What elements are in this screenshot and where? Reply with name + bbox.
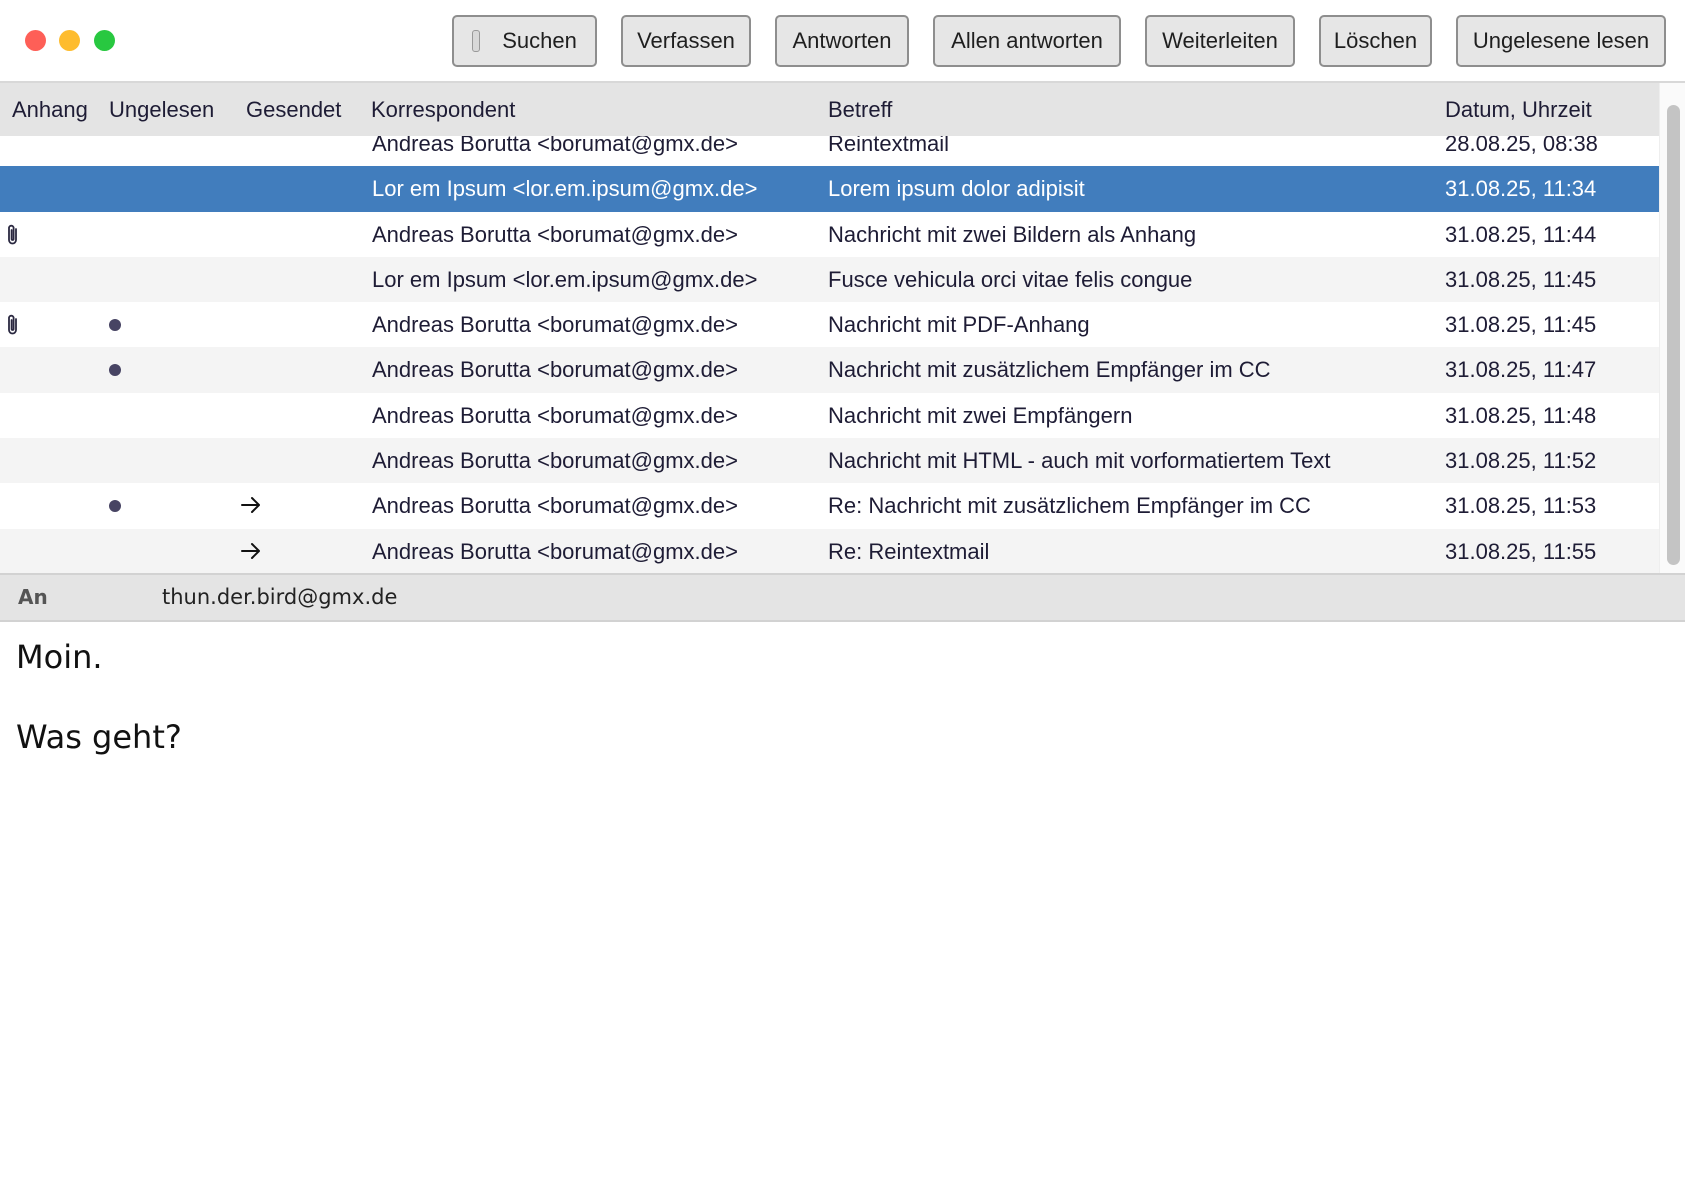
correspondent-cell: Andreas Borutta <borumat@gmx.de> <box>372 357 738 383</box>
date-cell: 31.08.25, 11:52 <box>1445 448 1597 474</box>
correspondent-cell: Andreas Borutta <borumat@gmx.de> <box>372 538 738 564</box>
date-cell: 28.08.25, 08:38 <box>1445 136 1598 156</box>
column-header-attachment[interactable]: Anhang <box>12 83 88 136</box>
subject-cell: Fusce vehicula orci vitae felis congue <box>828 266 1193 292</box>
unread-dot-icon[interactable] <box>109 364 121 377</box>
date-cell: 31.08.25, 11:53 <box>1445 493 1597 519</box>
correspondent-cell: Andreas Borutta <borumat@gmx.de> <box>372 448 738 474</box>
recipient-bar: An thun.der.bird@gmx.de <box>0 573 1685 622</box>
message-list-scrollbar[interactable] <box>1659 83 1685 573</box>
title-bar: Suchen Verfassen Antworten Allen antwort… <box>0 0 1685 83</box>
column-header-correspondent[interactable]: Korrespondent <box>371 83 515 136</box>
message-row[interactable]: Lor em Ipsum <lor.em.ipsum@gmx.de> Fusce … <box>0 256 1659 303</box>
reply-all-button[interactable]: Allen antworten <box>933 15 1121 67</box>
subject-cell: Nachricht mit zwei Bildern als Anhang <box>828 221 1197 247</box>
subject-cell: Nachricht mit HTML - auch mit vorformati… <box>828 448 1331 474</box>
message-body: Moin. Was geht? <box>16 636 182 796</box>
date-cell: 31.08.25, 11:48 <box>1445 402 1597 428</box>
message-row[interactable]: Andreas Borutta <borumat@gmx.de> Nachrich… <box>0 302 1659 347</box>
unread-dot-icon[interactable] <box>109 319 121 332</box>
correspondent-cell: Lor em Ipsum <lor.em.ipsum@gmx.de> <box>372 266 758 292</box>
column-header-date[interactable]: Datum, Uhrzeit <box>1445 83 1592 136</box>
message-row[interactable]: Andreas Borutta <borumat@gmx.de> Re: Rein… <box>0 528 1659 573</box>
message-row[interactable]: Lor em Ipsum <lor.em.ipsum@gmx.de> Lorem … <box>0 166 1659 212</box>
search-button[interactable]: Suchen <box>452 15 597 67</box>
sent-arrow-icon <box>240 541 262 567</box>
subject-cell: Nachricht mit zusätzlichem Empfänger im … <box>828 357 1271 383</box>
paperclip-icon <box>5 223 21 253</box>
column-header-unread[interactable]: Ungelesen <box>109 83 214 136</box>
subject-cell: Re: Nachricht mit zusätzlichem Empfänger… <box>828 493 1311 519</box>
unread-dot-icon[interactable] <box>109 500 121 513</box>
correspondent-cell: Andreas Borutta <borumat@gmx.de> <box>372 493 738 519</box>
date-cell: 31.08.25, 11:34 <box>1445 176 1597 202</box>
body-line: Was geht? <box>16 718 182 756</box>
message-list-header: Anhang Ungelesen Gesendet Korrespondent … <box>0 83 1659 136</box>
message-row[interactable]: Andreas Borutta <borumat@gmx.de> Nachrich… <box>0 347 1659 393</box>
subject-cell: Nachricht mit zwei Empfängern <box>828 402 1133 428</box>
search-button-label: Suchen <box>502 28 577 53</box>
reply-button[interactable]: Antworten <box>775 15 909 67</box>
message-list: Andreas Borutta <borumat@gmx.de> Reintext… <box>0 136 1659 573</box>
read-unread-button[interactable]: Ungelesene lesen <box>1456 15 1666 67</box>
message-row[interactable]: Andreas Borutta <borumat@gmx.de> Nachrich… <box>0 438 1659 484</box>
column-header-sent[interactable]: Gesendet <box>246 83 341 136</box>
message-row[interactable]: Andreas Borutta <borumat@gmx.de> Nachrich… <box>0 393 1659 438</box>
correspondent-cell: Andreas Borutta <borumat@gmx.de> <box>372 312 738 338</box>
correspondent-cell: Andreas Borutta <borumat@gmx.de> <box>372 136 738 156</box>
scrollbar-thumb[interactable] <box>1667 105 1680 565</box>
correspondent-cell: Andreas Borutta <borumat@gmx.de> <box>372 402 738 428</box>
recipient-label: An <box>18 585 48 609</box>
compose-button[interactable]: Verfassen <box>621 15 751 67</box>
paperclip-icon <box>5 313 21 343</box>
delete-button[interactable]: Löschen <box>1319 15 1432 67</box>
date-cell: 31.08.25, 11:47 <box>1445 357 1597 383</box>
date-cell: 31.08.25, 11:44 <box>1445 221 1597 247</box>
sent-arrow-icon <box>240 495 262 521</box>
subject-cell: Nachricht mit PDF-Anhang <box>828 312 1090 338</box>
date-cell: 31.08.25, 11:45 <box>1445 312 1597 338</box>
minimize-window-button[interactable] <box>59 30 80 51</box>
date-cell: 31.08.25, 11:45 <box>1445 266 1597 292</box>
date-cell: 31.08.25, 11:55 <box>1445 538 1597 564</box>
body-line: Moin. <box>16 638 103 676</box>
message-row[interactable]: Andreas Borutta <borumat@gmx.de> Nachrich… <box>0 212 1659 257</box>
forward-button[interactable]: Weiterleiten <box>1145 15 1295 67</box>
message-row[interactable]: Andreas Borutta <borumat@gmx.de> Re: Nach… <box>0 483 1659 528</box>
correspondent-cell: Lor em Ipsum <lor.em.ipsum@gmx.de> <box>372 176 758 202</box>
subject-cell: Lorem ipsum dolor adipisit <box>828 176 1085 202</box>
zoom-window-button[interactable] <box>94 30 115 51</box>
column-header-subject[interactable]: Betreff <box>828 83 892 136</box>
correspondent-cell: Andreas Borutta <borumat@gmx.de> <box>372 221 738 247</box>
close-window-button[interactable] <box>25 30 46 51</box>
message-row[interactable]: Andreas Borutta <borumat@gmx.de> Reintext… <box>0 136 1659 166</box>
subject-cell: Reintextmail <box>828 136 950 156</box>
search-grip-icon <box>472 30 481 52</box>
recipient-value: thun.der.bird@gmx.de <box>162 585 398 609</box>
subject-cell: Re: Reintextmail <box>828 538 990 564</box>
